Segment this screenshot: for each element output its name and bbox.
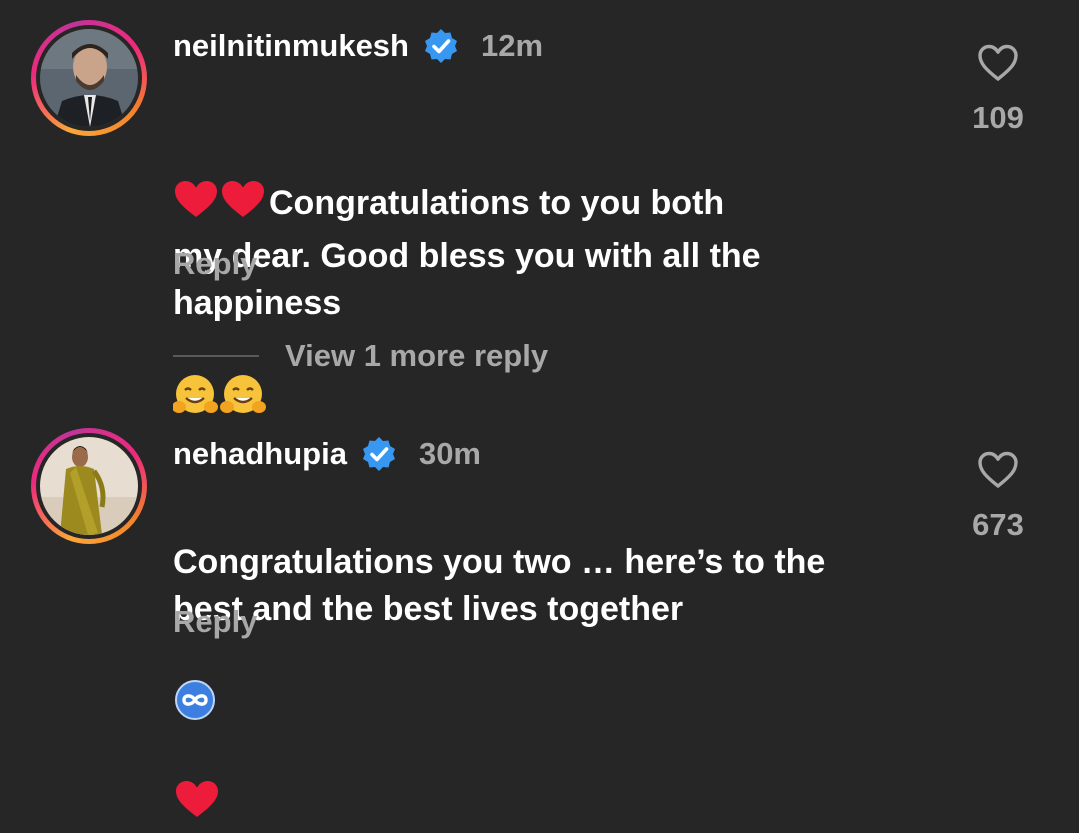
comment-timestamp: 30m [418,436,481,471]
infinity-emoji-icon [173,633,217,733]
username[interactable]: neilnitinmukesh [173,28,409,64]
comment-text: Congratulations you two … here’s to the … [173,492,825,833]
verified-badge-icon [361,436,397,472]
reply-button[interactable]: Reply [173,604,257,640]
red-heart-emoji-icon [173,733,221,833]
like-count: 673 [972,507,1024,542]
avatar[interactable] [40,29,138,127]
avatar-photo [40,29,138,127]
username[interactable]: nehadhupia [173,436,347,472]
avatar-story-ring[interactable] [31,428,147,544]
view-more-replies[interactable]: View 1 more reply [173,338,548,374]
like-count: 109 [972,100,1024,135]
heart-outline-icon[interactable] [977,451,1019,489]
like-control: 673 [960,451,1036,543]
comment-body: Congratulations you two … here’s to the … [173,543,826,628]
avatar[interactable] [40,437,138,535]
avatar-photo [40,437,138,535]
divider-line [173,355,259,357]
comment-text: Congratulations to you both my dear. Goo… [172,86,761,429]
like-control: 109 [960,44,1036,136]
view-more-replies-label: View 1 more reply [285,338,549,373]
comment-timestamp: 12m [480,28,544,63]
comment-header: nehadhupia 30m [173,434,481,474]
verified-badge-icon [423,28,459,64]
comment-header: neilnitinmukesh 12m [173,26,543,66]
avatar-story-ring[interactable] [31,20,147,136]
heart-outline-icon[interactable] [977,44,1019,82]
red-heart-emoji-icon [173,133,269,233]
reply-button[interactable]: Reply [173,246,257,282]
